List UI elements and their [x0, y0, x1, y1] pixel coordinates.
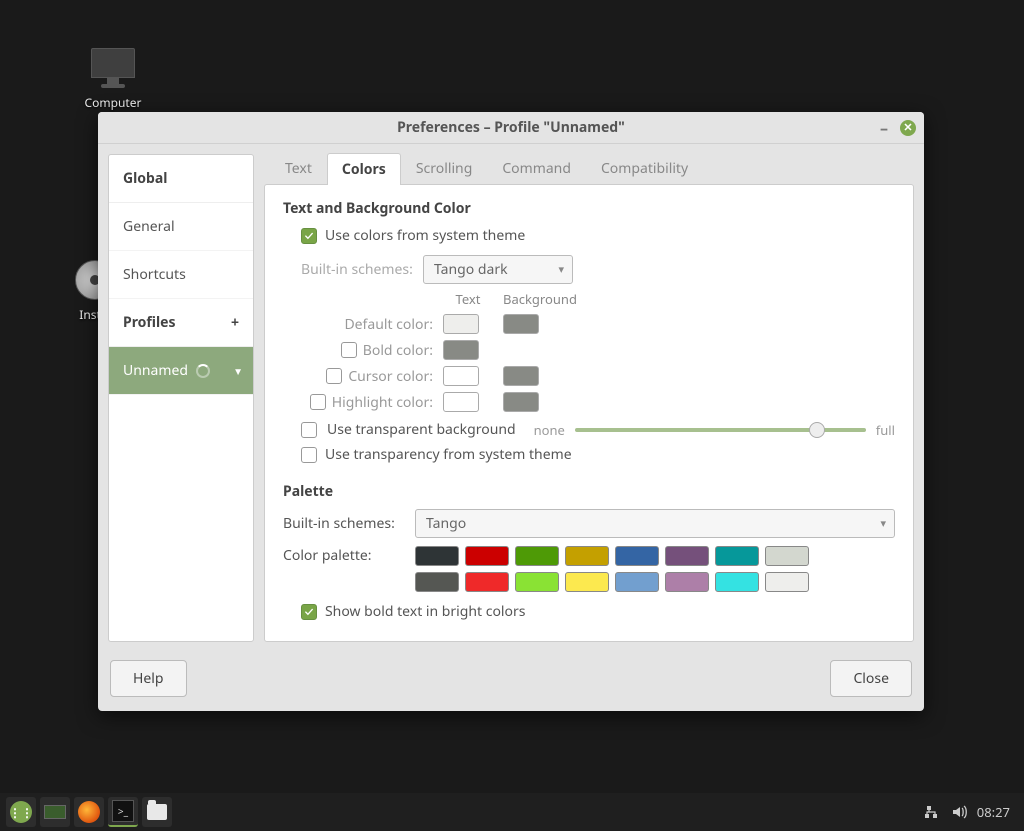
col-header-text: Text [443, 290, 493, 308]
bold-bright-label: Show bold text in bright colors [325, 602, 526, 621]
bold-color-checkbox[interactable] [341, 342, 357, 358]
palette-swatch[interactable] [515, 546, 559, 566]
use-system-theme-label: Use colors from system theme [325, 226, 525, 245]
help-button[interactable]: Help [110, 660, 187, 697]
palette-row-2 [415, 572, 809, 592]
palette-swatch[interactable] [715, 572, 759, 592]
highlight-color-label: Highlight color: [332, 393, 433, 412]
transparency-system-label: Use transparency from system theme [325, 445, 572, 464]
clock[interactable]: 08:27 [977, 803, 1010, 821]
transparency-slider[interactable] [575, 428, 866, 432]
palette-swatch[interactable] [765, 546, 809, 566]
window-close-button[interactable]: ✕ [900, 120, 916, 136]
computer-label: Computer [68, 94, 158, 111]
palette-heading: Palette [283, 482, 895, 501]
window-title: Preferences – Profile "Unnamed" [397, 118, 625, 137]
builtin-scheme-value: Tango dark [434, 260, 508, 279]
loading-icon [196, 364, 210, 378]
palette-swatch[interactable] [615, 546, 659, 566]
palette-swatch[interactable] [665, 546, 709, 566]
use-system-theme-checkbox[interactable] [301, 228, 317, 244]
default-color-label: Default color: [301, 315, 433, 334]
terminal-launcher[interactable]: >_ [108, 797, 138, 827]
palette-swatch[interactable] [615, 572, 659, 592]
tab-text[interactable]: Text [270, 152, 327, 184]
sidebar-item-shortcuts[interactable]: Shortcuts [109, 251, 253, 299]
desktop-icon [44, 805, 66, 819]
sidebar: Global General Shortcuts Profiles + Unna… [108, 154, 254, 642]
transparency-system-checkbox[interactable] [301, 447, 317, 463]
tab-colors[interactable]: Colors [327, 153, 401, 185]
text-bg-heading: Text and Background Color [283, 199, 895, 218]
firefox-launcher[interactable] [74, 797, 104, 827]
cursor-text-colorwell[interactable] [443, 366, 479, 386]
palette-swatch[interactable] [415, 546, 459, 566]
sidebar-heading-profiles: Profiles + [109, 299, 253, 347]
palette-swatch[interactable] [765, 572, 809, 592]
folder-icon [147, 804, 167, 820]
palette-swatch[interactable] [565, 572, 609, 592]
cursor-bg-colorwell[interactable] [503, 366, 539, 386]
tab-scrolling[interactable]: Scrolling [401, 152, 487, 184]
color-palette-label: Color palette: [283, 546, 401, 565]
minimize-button[interactable]: – [880, 117, 888, 139]
palette-builtin-value: Tango [426, 514, 466, 533]
palette-swatch[interactable] [565, 546, 609, 566]
slider-none-label: none [534, 421, 565, 439]
palette-swatch[interactable] [715, 546, 759, 566]
desktop-icon-computer[interactable]: Computer [68, 48, 158, 111]
network-icon[interactable] [925, 804, 941, 820]
files-launcher[interactable] [142, 797, 172, 827]
palette-builtin-label: Built-in schemes: [283, 514, 401, 533]
tab-command[interactable]: Command [487, 152, 586, 184]
palette-swatch[interactable] [465, 572, 509, 592]
profile-menu-caret[interactable]: ▼ [233, 364, 243, 378]
transparent-bg-label: Use transparent background [327, 420, 516, 439]
bold-bright-checkbox[interactable] [301, 604, 317, 620]
highlight-bg-colorwell[interactable] [503, 392, 539, 412]
palette-row-1 [415, 546, 809, 566]
terminal-icon: >_ [112, 800, 134, 822]
bold-text-colorwell[interactable] [443, 340, 479, 360]
cursor-color-label: Cursor color: [348, 367, 433, 386]
titlebar[interactable]: Preferences – Profile "Unnamed" – ✕ [98, 112, 924, 144]
tab-compatibility[interactable]: Compatibility [586, 152, 703, 184]
palette-swatch[interactable] [665, 572, 709, 592]
highlight-text-colorwell[interactable] [443, 392, 479, 412]
menu-button[interactable]: ⋮⋮ [6, 797, 36, 827]
palette-swatch[interactable] [465, 546, 509, 566]
colors-panel: Text and Background Color Use colors fro… [264, 184, 914, 642]
default-bg-colorwell[interactable] [503, 314, 539, 334]
bold-color-label: Bold color: [363, 341, 433, 360]
cursor-color-checkbox[interactable] [326, 368, 342, 384]
volume-icon[interactable] [951, 804, 967, 820]
tabs: Text Colors Scrolling Command Compatibil… [264, 154, 914, 184]
col-header-bg: Background [503, 290, 559, 308]
show-desktop-button[interactable] [40, 797, 70, 827]
firefox-icon [78, 801, 100, 823]
sidebar-item-unnamed[interactable]: Unnamed ▼ [109, 347, 253, 395]
profile-name: Unnamed [123, 361, 188, 380]
slider-thumb[interactable] [809, 422, 825, 438]
mint-logo-icon: ⋮⋮ [10, 801, 32, 823]
palette-swatch[interactable] [515, 572, 559, 592]
add-profile-button[interactable]: + [231, 313, 239, 332]
slider-full-label: full [876, 421, 895, 439]
palette-swatch[interactable] [415, 572, 459, 592]
highlight-color-checkbox[interactable] [310, 394, 326, 410]
palette-builtin-select[interactable]: Tango [415, 509, 895, 538]
default-text-colorwell[interactable] [443, 314, 479, 334]
preferences-window: Preferences – Profile "Unnamed" – ✕ Glob… [98, 112, 924, 711]
builtin-schemes-label: Built-in schemes: [301, 260, 415, 279]
taskbar: ⋮⋮ >_ 08:27 [0, 793, 1024, 831]
transparent-bg-checkbox[interactable] [301, 422, 317, 438]
close-button[interactable]: Close [830, 660, 912, 697]
sidebar-heading-global: Global [109, 155, 253, 203]
builtin-scheme-select[interactable]: Tango dark [423, 255, 573, 284]
sidebar-item-general[interactable]: General [109, 203, 253, 251]
monitor-icon [91, 48, 135, 78]
